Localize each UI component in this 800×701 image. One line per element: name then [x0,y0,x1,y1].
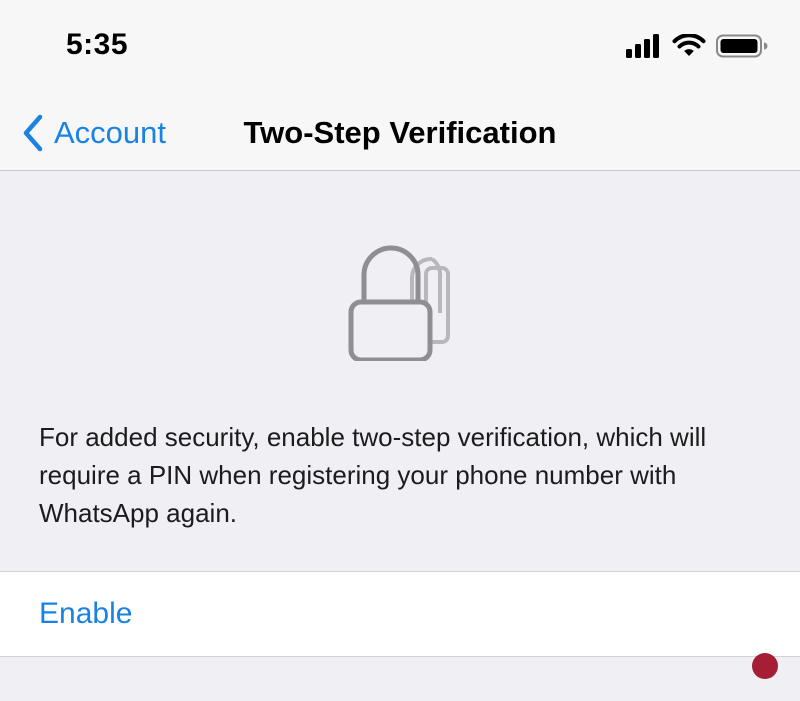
battery-icon [716,34,768,58]
lock-icon [348,245,450,361]
enable-button[interactable]: Enable [0,571,800,657]
main-content: For added security, enable two-step veri… [0,171,800,701]
status-bar: 5:35 [0,0,800,96]
status-time: 5:35 [66,28,129,61]
description-text: For added security, enable two-step veri… [39,422,707,528]
chevron-left-icon [23,114,43,152]
navigation-bar: Account Two-Step Verification [0,96,800,171]
enable-button-label: Enable [39,597,133,630]
watermark-logo [752,653,778,679]
wifi-icon [672,34,706,56]
back-button-label: Account [54,115,167,150]
back-button[interactable]: Account [22,110,166,156]
page-title: Two-Step Verification [243,115,557,150]
signal-icon [626,34,659,58]
status-icons [626,34,768,58]
